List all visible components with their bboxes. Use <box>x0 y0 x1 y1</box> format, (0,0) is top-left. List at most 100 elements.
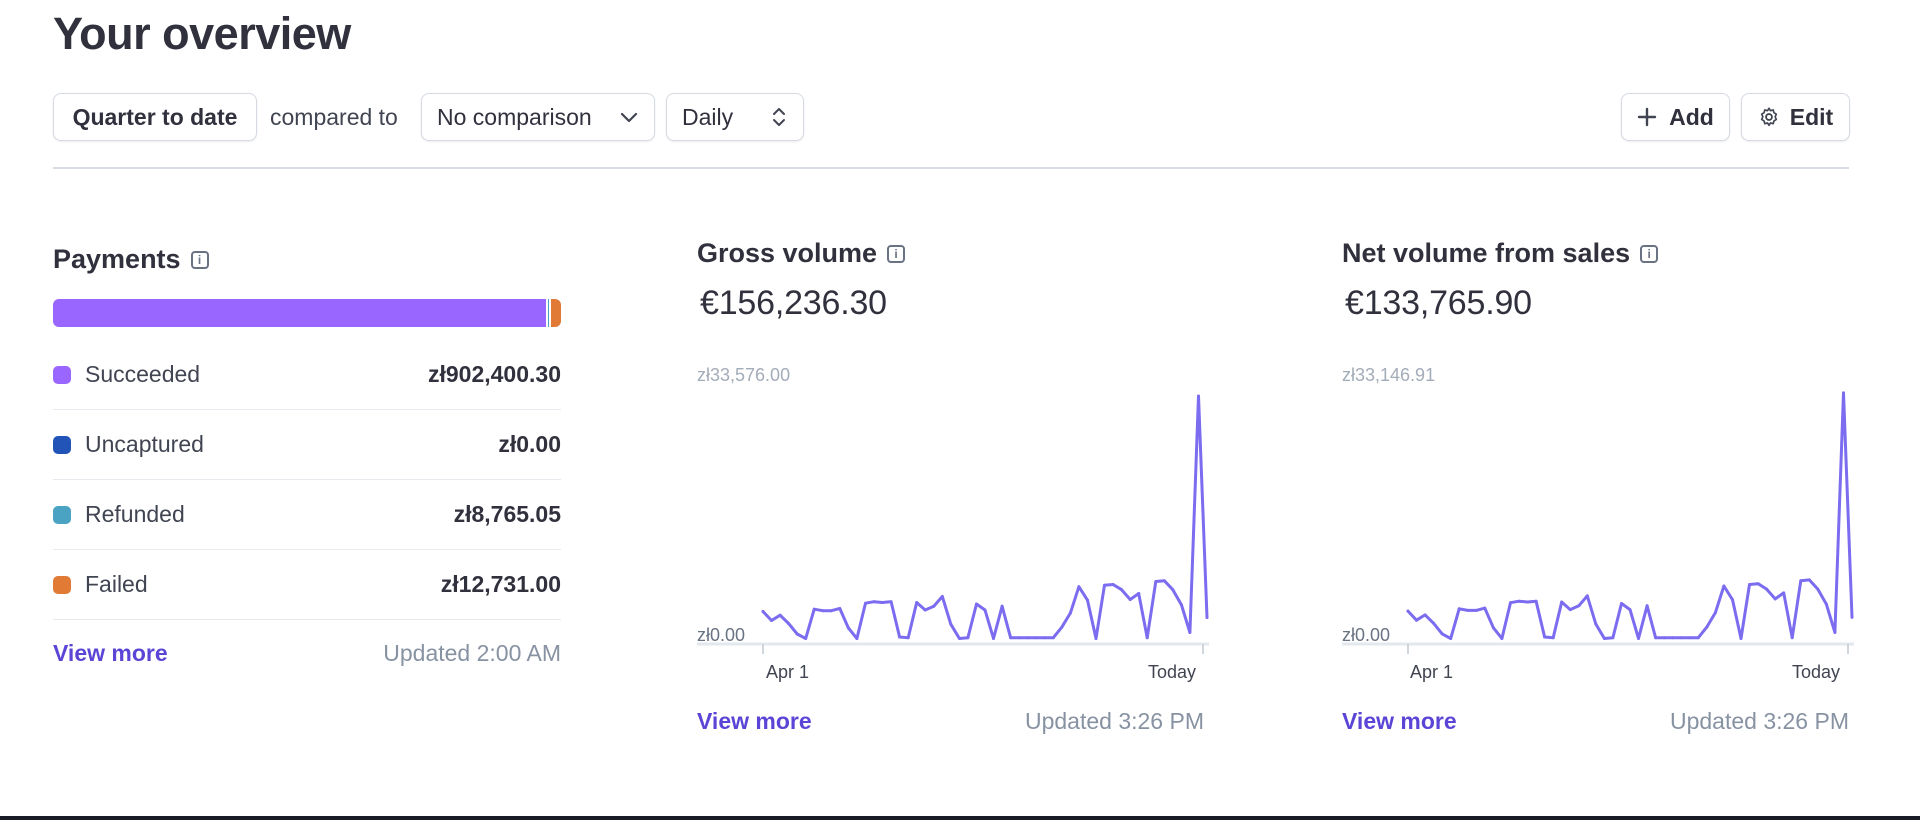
data-point <box>949 622 953 626</box>
data-point <box>1094 637 1098 640</box>
add-button-label: Add <box>1669 103 1714 130</box>
window-bottom-edge <box>0 816 1920 820</box>
payment-row-failed[interactable]: Failed zł12,731.00 <box>53 550 561 620</box>
data-point <box>1816 587 1820 591</box>
payment-row-value: zł0.00 <box>498 431 561 457</box>
data-point <box>975 602 978 606</box>
data-point <box>1713 611 1717 615</box>
payment-row-uncaptured[interactable]: Uncaptured zł0.00 <box>53 410 561 480</box>
data-point <box>1722 584 1726 588</box>
data-point <box>1171 588 1175 592</box>
data-point <box>1017 636 1021 640</box>
data-point <box>1645 604 1649 608</box>
data-point <box>1611 636 1615 640</box>
chevron-up-down-icon <box>773 108 785 126</box>
info-icon[interactable]: i <box>1640 244 1659 263</box>
payment-row-succeeded[interactable]: Succeeded zł902,400.30 <box>53 340 561 410</box>
data-point <box>1423 613 1427 617</box>
data-point <box>1517 599 1521 603</box>
data-point <box>1432 621 1436 625</box>
data-point <box>1620 602 1623 605</box>
data-point <box>855 637 859 640</box>
info-icon[interactable]: i <box>190 250 209 269</box>
data-point <box>957 637 961 640</box>
series-line <box>761 394 1209 640</box>
toolbar-divider <box>53 167 1849 169</box>
net-view-more-link[interactable]: View more <box>1342 708 1457 735</box>
data-point <box>1526 600 1529 604</box>
payments-view-more-link[interactable]: View more <box>53 640 168 667</box>
gross-volume-chart[interactable] <box>697 370 1209 660</box>
data-point <box>1748 583 1751 586</box>
data-point <box>1154 580 1158 583</box>
comparison-select[interactable]: No comparison <box>421 93 655 141</box>
data-point <box>1188 631 1192 634</box>
data-point <box>1466 608 1470 612</box>
comparison-select-label: No comparison <box>437 103 592 130</box>
payment-row-label: Succeeded <box>85 361 201 387</box>
status-color-dot <box>53 365 71 384</box>
payment-row-refunded[interactable]: Refunded zł8,765.05 <box>53 480 561 550</box>
gross-view-more-link[interactable]: View more <box>697 708 812 735</box>
data-point <box>1086 598 1089 602</box>
data-point <box>1034 636 1038 640</box>
data-point <box>872 600 876 604</box>
data-point <box>1120 588 1124 592</box>
data-point <box>1009 636 1013 640</box>
gear-icon <box>1760 107 1777 127</box>
series-line <box>1406 391 1854 640</box>
data-point <box>1068 611 1072 615</box>
compared-to-label: compared to <box>270 104 398 130</box>
data-point <box>932 604 936 608</box>
data-point <box>1026 636 1030 640</box>
date-range-button[interactable]: Quarter to date <box>53 93 257 141</box>
data-point <box>1043 636 1047 640</box>
data-point <box>821 609 825 613</box>
interval-select[interactable]: Daily <box>666 93 804 141</box>
data-point <box>915 601 919 604</box>
data-point <box>787 622 791 625</box>
data-point <box>1551 636 1555 640</box>
data-point <box>1060 625 1064 629</box>
data-point <box>1773 597 1777 601</box>
bar-segment-succeeded <box>53 299 546 327</box>
data-point <box>1602 637 1606 640</box>
net-volume-chart[interactable] <box>1342 370 1854 660</box>
data-point <box>1585 594 1589 598</box>
gross-x-end-label: Today <box>1148 662 1197 682</box>
payments-updated-timestamp: Updated 2:00 AM <box>383 640 561 666</box>
data-point <box>1179 603 1183 607</box>
data-point <box>1679 636 1683 640</box>
data-point <box>1145 636 1149 640</box>
net-volume-title: Net volume from sales i <box>1342 238 1659 269</box>
data-point <box>1500 637 1504 640</box>
gross-volume-title-label: Gross volume <box>697 238 878 268</box>
payments-title: Payments i <box>53 244 209 275</box>
plus-icon <box>1637 107 1657 127</box>
payments-breakdown-bar <box>53 299 561 327</box>
data-point <box>1440 632 1444 636</box>
edit-button-label: Edit <box>1789 103 1834 130</box>
data-point <box>898 635 902 639</box>
date-range-label: Quarter to date <box>72 103 238 130</box>
data-point <box>1594 622 1598 626</box>
data-point <box>1534 599 1538 603</box>
data-point <box>1103 583 1106 587</box>
data-point <box>829 609 833 613</box>
data-point <box>881 601 884 604</box>
gross-updated-timestamp: Updated 3:26 PM <box>1024 708 1204 734</box>
data-point <box>906 636 910 640</box>
add-button[interactable]: Add <box>1621 93 1730 141</box>
gross-volume-value: €156,236.30 <box>700 284 887 322</box>
data-point <box>1688 636 1692 640</box>
data-point <box>1111 583 1115 586</box>
data-point <box>1850 615 1854 619</box>
payment-row-value: zł12,731.00 <box>440 571 561 597</box>
data-point <box>1671 636 1675 640</box>
edit-button[interactable]: Edit <box>1741 93 1850 141</box>
data-point <box>1782 591 1786 595</box>
data-point <box>1128 598 1132 601</box>
data-point <box>1824 602 1828 606</box>
info-icon[interactable]: i <box>887 244 906 263</box>
data-point <box>1577 604 1581 608</box>
